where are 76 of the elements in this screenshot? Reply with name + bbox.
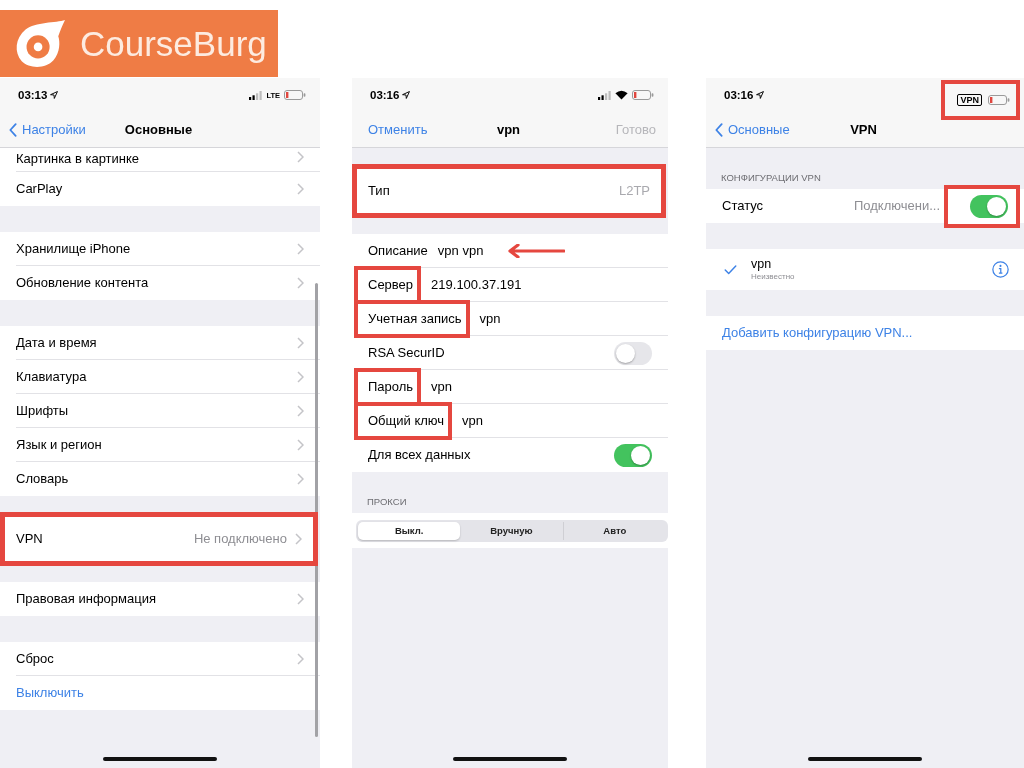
- field-label: Сервер: [368, 277, 414, 293]
- screen-title: vpn: [496, 121, 521, 138]
- brand-name: CourseBurg: [80, 23, 267, 64]
- action-link[interactable]: Добавить конфигурацию VPN...: [706, 316, 1024, 350]
- settings-row[interactable]: Хранилище iPhone: [0, 232, 320, 266]
- settings-row[interactable]: Язык и регион: [0, 428, 320, 462]
- chevron-icon: [295, 533, 302, 545]
- back-button[interactable]: Основные: [715, 121, 790, 138]
- segment-button[interactable]: Вручную: [460, 522, 563, 540]
- back-chevron-icon: [715, 122, 723, 137]
- settings-row[interactable]: Дата и время: [0, 326, 320, 360]
- chevron-icon: [297, 653, 304, 665]
- chevron-icon: [297, 371, 304, 383]
- settings-row[interactable]: Обновление контента: [0, 266, 320, 300]
- pin-icon: [14, 18, 66, 69]
- segment-button[interactable]: Выкл.: [358, 522, 461, 540]
- text-field[interactable]: vpn: [462, 413, 652, 429]
- row-value: L2TP: [618, 183, 650, 199]
- toggle-switch[interactable]: [614, 443, 652, 467]
- field-label: Учетная запись: [368, 311, 462, 327]
- clock-time: 03:16: [724, 88, 754, 102]
- toggle-switch[interactable]: [614, 341, 652, 365]
- connection-status: Неизвестно: [751, 272, 795, 282]
- location-arrow-icon: [756, 91, 765, 99]
- screen-title: Основные: [124, 121, 193, 138]
- action-link[interactable]: Выключить: [0, 676, 320, 710]
- chevron-icon: [297, 439, 304, 451]
- clock-time: 03:13: [18, 88, 48, 102]
- settings-row[interactable]: Сброс: [0, 642, 320, 676]
- vpn-config-row[interactable]: vpn Неизвестно: [706, 249, 1024, 290]
- section-header: ПРОКСИ: [366, 495, 408, 509]
- location-arrow-icon: [402, 91, 411, 99]
- location-arrow-icon: [50, 91, 59, 99]
- battery-icon: [988, 95, 1010, 105]
- field-label: Пароль: [368, 379, 414, 395]
- settings-row[interactable]: Клавиатура: [0, 360, 320, 394]
- wifi-icon: [615, 90, 628, 100]
- cancel-button[interactable]: Отменить: [368, 121, 428, 138]
- clock-time: 03:16: [370, 88, 400, 102]
- signal-bars-icon: [249, 90, 263, 100]
- chevron-icon: [297, 593, 304, 605]
- settings-row[interactable]: Картинка в картинке: [0, 148, 320, 172]
- toggle-switch[interactable]: [970, 194, 1008, 218]
- chevron-icon: [297, 277, 304, 289]
- text-field[interactable]: vpn vpn: [437, 243, 484, 259]
- settings-row[interactable]: CarPlay: [0, 172, 320, 206]
- status-badge: VPN: [957, 94, 982, 106]
- text-field[interactable]: 219.100.37.191: [431, 277, 652, 293]
- text-field[interactable]: vpn: [431, 379, 652, 395]
- settings-row[interactable]: Словарь: [0, 462, 320, 496]
- chevron-icon: [297, 405, 304, 417]
- chevron-icon: [297, 337, 304, 349]
- signal-bars-icon: [598, 90, 611, 100]
- screen-title: VPN: [850, 121, 877, 138]
- section-header: КОНФИГУРАЦИИ VPN: [720, 171, 822, 185]
- chevron-icon: [297, 473, 304, 485]
- battery-icon: [632, 90, 654, 100]
- field-label: Описание: [368, 243, 428, 259]
- chevron-icon: [297, 183, 304, 195]
- back-button[interactable]: Настройки: [9, 121, 86, 138]
- battery-icon: [284, 90, 306, 100]
- back-chevron-icon: [9, 122, 17, 137]
- toggle-label: Для всех данных: [368, 447, 472, 463]
- status-value: Подключени...: [853, 198, 940, 214]
- segment-button[interactable]: Авто: [562, 522, 666, 540]
- config-name: vpn: [751, 257, 772, 272]
- chevron-icon: [297, 151, 304, 163]
- text-field[interactable]: vpn: [479, 311, 652, 327]
- toggle-label: Статус: [722, 198, 765, 214]
- row-value: Не подключено: [193, 531, 287, 547]
- settings-row[interactable]: Правовая информация: [0, 582, 320, 616]
- field-label: Общий ключ: [368, 413, 445, 429]
- settings-row[interactable]: Шрифты: [0, 394, 320, 428]
- toggle-label: RSA SecurID: [368, 345, 446, 361]
- chevron-icon: [297, 243, 304, 255]
- info-icon[interactable]: [992, 261, 1009, 278]
